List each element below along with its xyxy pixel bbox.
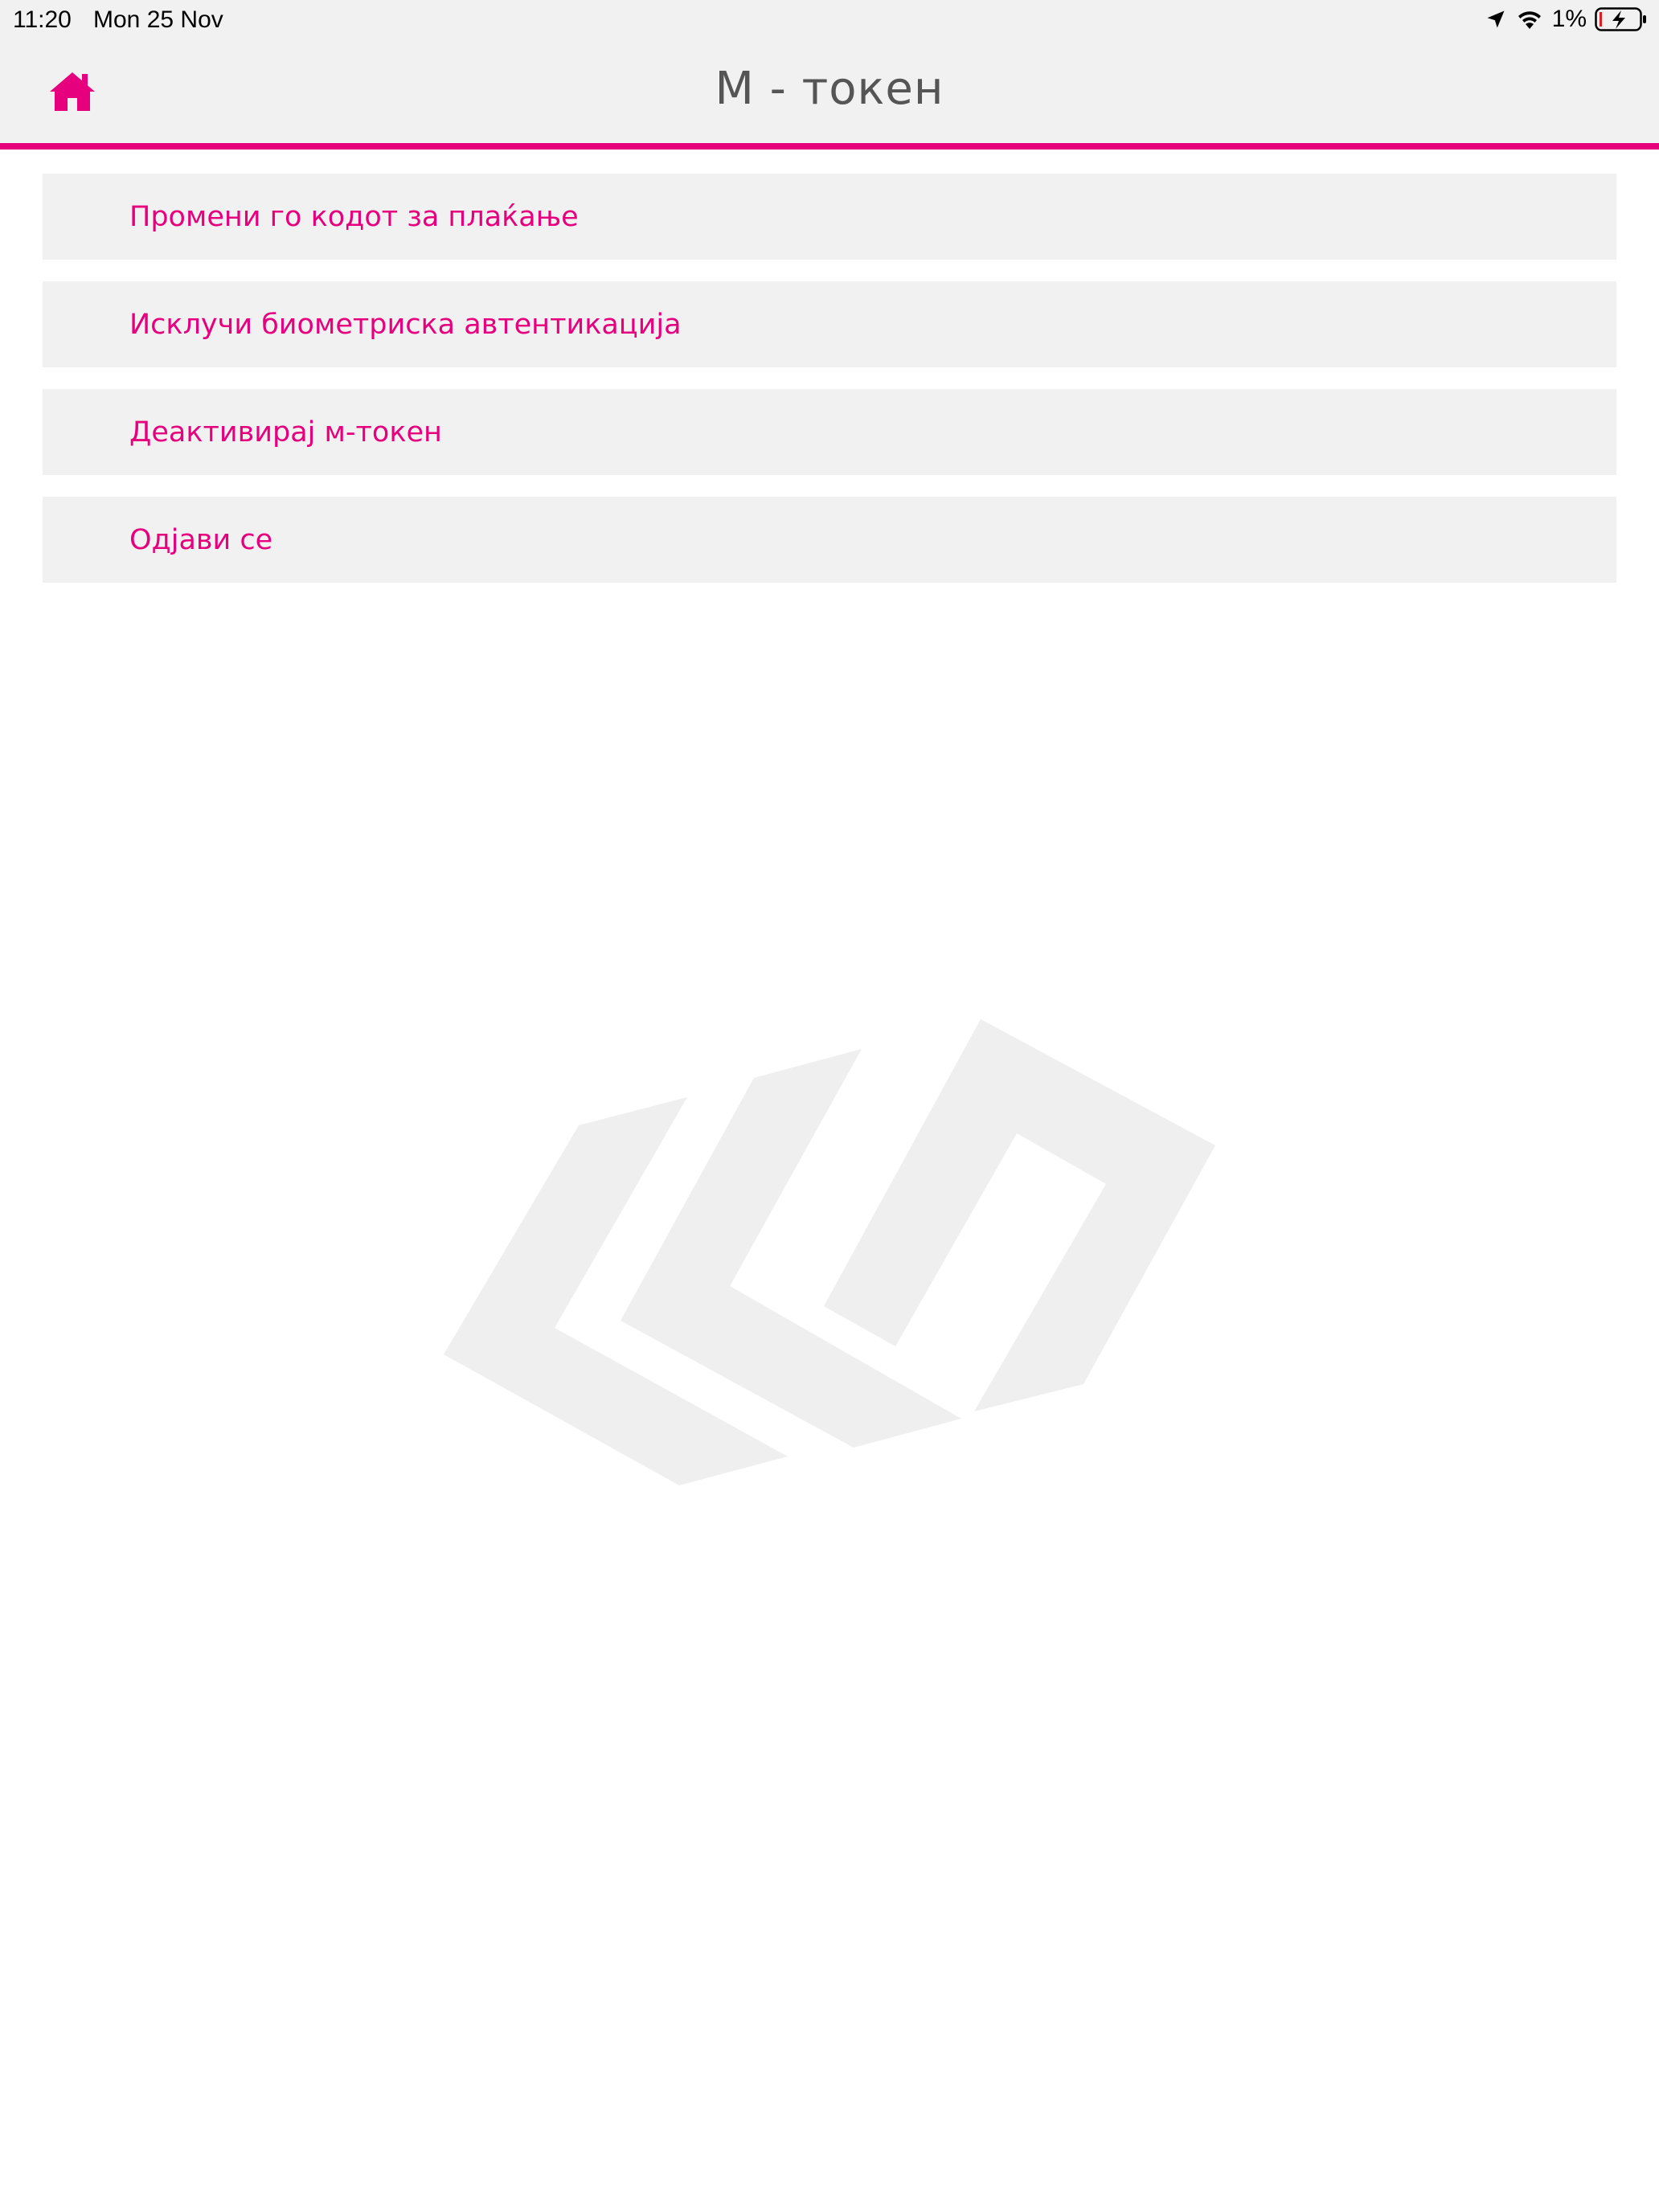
logout-button[interactable]: Одјави се bbox=[43, 497, 1616, 583]
menu-item-label: Исклучи биометриска автентикација bbox=[129, 308, 682, 341]
menu-item-label: Одјави се bbox=[129, 523, 273, 556]
status-indicators: 1% bbox=[1485, 5, 1648, 34]
settings-menu: Промени го кодот за плаќање Исклучи биом… bbox=[43, 174, 1616, 604]
deactivate-mtoken-button[interactable]: Деактивирај м-токен bbox=[43, 389, 1616, 475]
location-arrow-icon bbox=[1485, 8, 1507, 31]
menu-item-label: Промени го кодот за плаќање bbox=[129, 200, 579, 233]
header-divider bbox=[0, 143, 1659, 150]
status-date: Mon 25 Nov bbox=[93, 6, 223, 33]
disable-biometric-auth-button[interactable]: Исклучи биометриска автентикација bbox=[43, 281, 1616, 367]
change-payment-code-button[interactable]: Промени го кодот за плаќање bbox=[43, 174, 1616, 260]
wifi-icon bbox=[1515, 8, 1544, 31]
battery-percent: 1% bbox=[1551, 6, 1587, 32]
status-bar: 11:20 Mon 25 Nov 1% bbox=[0, 0, 1659, 39]
status-time: 11:20 bbox=[13, 6, 72, 33]
page-title: M - токен bbox=[715, 63, 944, 115]
menu-item-label: Деактивирај м-токен bbox=[129, 416, 442, 449]
battery-charging-icon bbox=[1595, 6, 1648, 33]
navigation-bar: M - токен bbox=[0, 39, 1659, 143]
watermark-logo bbox=[434, 1013, 1238, 1511]
